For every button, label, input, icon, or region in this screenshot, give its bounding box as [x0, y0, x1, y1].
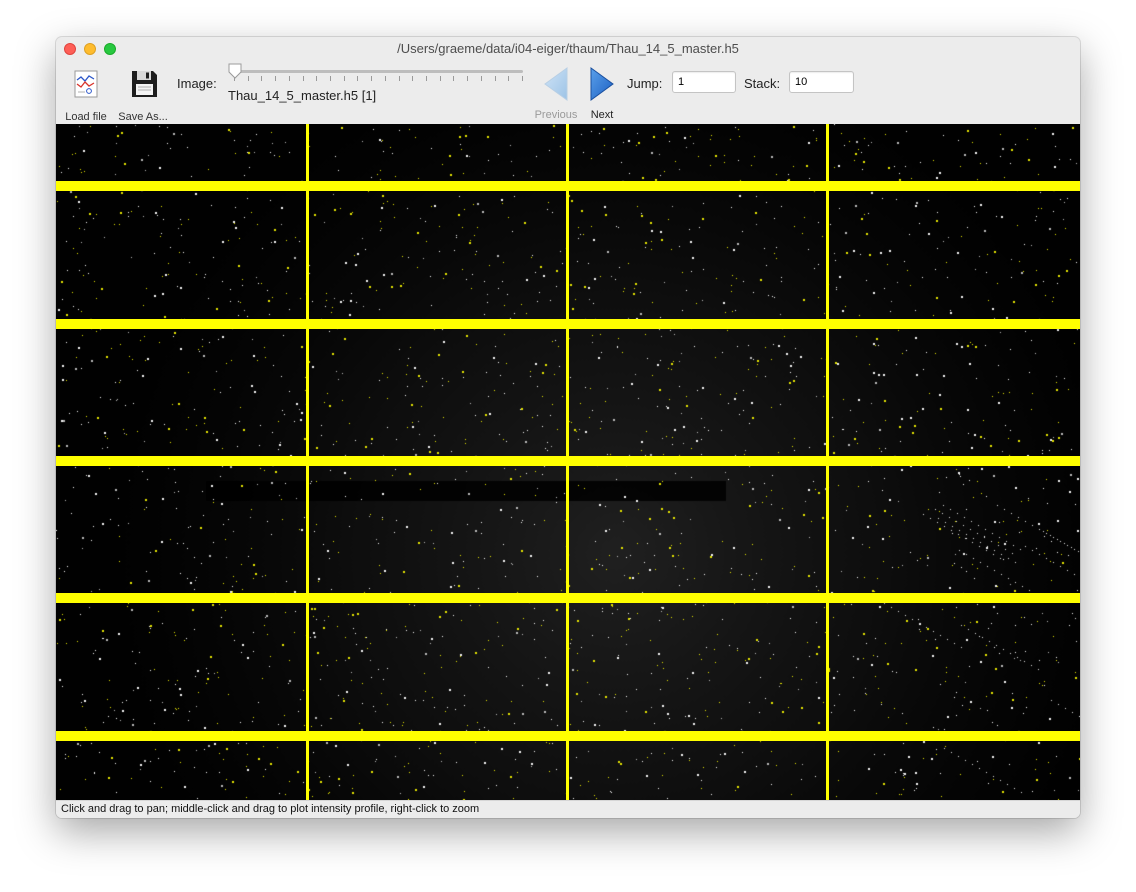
slider-tick [371, 76, 372, 81]
load-file-button[interactable]: Load file [57, 66, 115, 123]
window-title: /Users/graeme/data/i04-eiger/thaum/Thau_… [397, 41, 739, 56]
slider-tick [399, 76, 400, 81]
slider-tick [385, 76, 386, 81]
image-name: Thau_14_5_master.h5 [1] [228, 88, 377, 103]
next-button[interactable]: Next [578, 64, 626, 122]
status-text: Click and drag to pan; middle-click and … [61, 803, 480, 815]
stack-label: Stack: [744, 76, 781, 91]
status-bar: Click and drag to pan; middle-click and … [56, 800, 1080, 818]
slider-tick [316, 76, 317, 81]
chart-file-icon [74, 70, 98, 98]
save-as-button[interactable]: Save As... [114, 66, 172, 123]
slider-tick [508, 76, 509, 81]
toolbar: Load file Save As... Image: Thau_14_5_ma… [56, 60, 1080, 123]
slider-tick [330, 76, 331, 81]
floppy-disk-icon [132, 71, 157, 97]
module-gap-horizontal [56, 456, 1080, 466]
slider-knob[interactable] [228, 63, 242, 79]
slider-tick [344, 76, 345, 81]
slider-tick [522, 76, 523, 81]
module-gap-horizontal [56, 731, 1080, 741]
slider-ticks [234, 76, 523, 82]
previous-button[interactable]: Previous [532, 64, 580, 122]
slider-tick [303, 76, 304, 81]
slider-tick [289, 76, 290, 81]
jump-field[interactable]: 1 [672, 71, 736, 93]
slider-tick [426, 76, 427, 81]
next-label: Next [590, 109, 614, 121]
slider-tick [248, 76, 249, 81]
image-label: Image: [177, 76, 217, 91]
save-as-label: Save As... [118, 111, 168, 123]
slider-tick [453, 76, 454, 81]
module-gap-horizontal [56, 593, 1080, 603]
image-viewer[interactable] [56, 124, 1080, 800]
jump-label: Jump: [627, 76, 663, 91]
slider-tick [467, 76, 468, 81]
module-gap-horizontal [56, 181, 1080, 191]
previous-label: Previous [534, 109, 578, 121]
slider-tick [440, 76, 441, 81]
module-gap-horizontal [56, 319, 1080, 329]
slider-tick [261, 76, 262, 81]
slider-tick [412, 76, 413, 81]
slider-tick [481, 76, 482, 81]
title-bar: /Users/graeme/data/i04-eiger/thaum/Thau_… [56, 37, 1080, 60]
left-triangle-icon [544, 67, 568, 101]
right-triangle-icon [590, 67, 614, 101]
slider-tick [275, 76, 276, 81]
app-window: /Users/graeme/data/i04-eiger/thaum/Thau_… [56, 37, 1080, 818]
load-file-label: Load file [65, 111, 107, 123]
stack-field[interactable]: 10 [789, 71, 854, 93]
image-slider[interactable] [234, 70, 523, 73]
slider-tick [357, 76, 358, 81]
slider-tick [495, 76, 496, 81]
